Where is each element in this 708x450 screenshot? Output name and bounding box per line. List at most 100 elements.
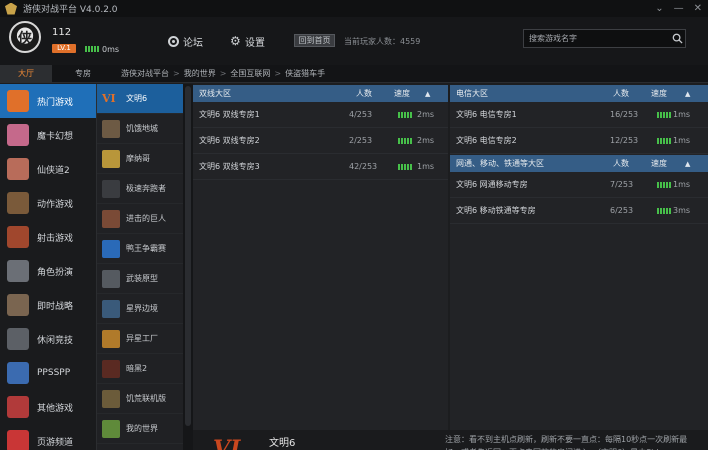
signal-icon [85, 46, 99, 52]
category-label: 角色扮演 [37, 267, 74, 278]
online-count: 当前玩家人数：4559 [344, 37, 421, 46]
dropdown-icon[interactable]: ⌄ [655, 3, 663, 14]
game-item[interactable]: 进击的巨人 [97, 204, 183, 234]
action-icon [7, 192, 29, 214]
panel-title: 双线大区 [199, 89, 231, 98]
room-row[interactable]: 文明6 电信专房2 12/253 1ms [450, 128, 708, 154]
scrollbar-thumb[interactable] [185, 86, 191, 426]
window-controls: ⌄ — ✕ [655, 0, 702, 17]
game-label: 极速奔跑者 [126, 184, 166, 193]
speed-header[interactable]: 速度 [651, 88, 667, 99]
category-label: 射击游戏 [37, 233, 74, 244]
panel-netcom: 网通、移动、铁通等大区 人数 速度 ▲ 文明6 网通移动专房 7/253 1ms 文明… [450, 155, 708, 435]
category-item[interactable]: 页游频道 [0, 424, 96, 450]
category-label: 其他游戏 [37, 403, 74, 414]
collapse-icon[interactable]: ▲ [685, 90, 690, 98]
webgame-icon [7, 430, 29, 450]
room-player-count: 12/253 [610, 136, 639, 145]
speed-header[interactable]: 速度 [394, 88, 410, 99]
game-item[interactable]: 鸭王争霸赛 [97, 234, 183, 264]
breadcrumb-item[interactable]: 全国互联网 [230, 65, 270, 83]
category-item[interactable]: 魔卡幻想 [0, 118, 96, 152]
breadcrumb-separator: > [274, 69, 282, 78]
room-row[interactable]: 文明6 电信专房1 16/253 1ms [450, 102, 708, 128]
room-row[interactable]: 文明6 双线专房1 4/253 2ms [193, 102, 448, 128]
category-label: 即时战略 [37, 301, 74, 312]
room-ping: 1ms [417, 162, 435, 171]
rpg-icon [7, 260, 29, 282]
panel-header: 网通、移动、铁通等大区 人数 速度 ▲ [450, 155, 708, 172]
breadcrumb-separator: > [173, 69, 180, 78]
room-list: 文明6 网通移动专房 7/253 1ms 文明6 移动铁通等专房 6/253 3ms [450, 172, 708, 224]
forum-button[interactable]: 论坛 [168, 34, 203, 49]
room-row[interactable]: 文明6 双线专房3 42/253 1ms [193, 154, 448, 180]
breadcrumb-item[interactable]: 我的世界 [184, 65, 216, 83]
category-label: 热门游戏 [37, 97, 74, 108]
panel-title: 电信大区 [456, 89, 488, 98]
category-label: 休闲竞技 [37, 335, 74, 346]
room-player-count: 42/253 [349, 162, 378, 171]
game-item[interactable]: 暗黑2 [97, 354, 183, 384]
breadcrumb-item[interactable]: 侠盗猎车手 [285, 65, 325, 83]
speed-header[interactable]: 速度 [651, 158, 667, 169]
gear-icon: ⚙ [230, 34, 241, 48]
signal-icon [398, 111, 412, 118]
game-item[interactable]: 异星工厂 [97, 324, 183, 354]
factorio-icon [102, 329, 120, 348]
game-item[interactable]: 摩纳哥 [97, 144, 183, 174]
app-window: 游侠对战平台 V4.0.2.0 ⌄ — ✕ 112 LV.1 0ms 论坛 ⚙ … [0, 0, 708, 450]
close-icon[interactable]: ✕ [694, 3, 702, 14]
search-input[interactable] [524, 30, 669, 47]
game-item[interactable]: 武装原型 [97, 264, 183, 294]
tab-hall[interactable]: 大厅 [0, 65, 52, 83]
collapse-icon[interactable]: ▲ [425, 90, 430, 98]
count-header[interactable]: 人数 [356, 88, 372, 99]
signal-icon [398, 137, 412, 144]
room-row[interactable]: 文明6 移动铁通等专房 6/253 3ms [450, 198, 708, 224]
category-item[interactable]: 角色扮演 [0, 254, 96, 288]
game-item[interactable]: 星界边境 [97, 294, 183, 324]
room-row[interactable]: 文明6 网通移动专房 7/253 1ms [450, 172, 708, 198]
tab-rooms[interactable]: 专房 [52, 65, 114, 83]
forum-label: 论坛 [183, 38, 203, 49]
game-label: 摩纳哥 [126, 154, 150, 163]
category-item[interactable]: 其他游戏 [0, 390, 96, 424]
game-item[interactable]: 饥饿地城 [97, 114, 183, 144]
game-item[interactable]: 我的世界 [97, 414, 183, 444]
count-header[interactable]: 人数 [613, 158, 629, 169]
game-label: 鸭王争霸赛 [126, 244, 166, 253]
category-item[interactable]: 射击游戏 [0, 220, 96, 254]
category-item[interactable]: PPSSPP [0, 356, 96, 390]
settings-button[interactable]: ⚙ 设置 [230, 34, 265, 49]
category-label: 页游频道 [37, 437, 74, 448]
category-item[interactable]: 休闲竞技 [0, 322, 96, 356]
category-item[interactable]: 仙侠道2 [0, 152, 96, 186]
avatar[interactable] [9, 21, 41, 53]
game-label: 文明6 [126, 94, 148, 103]
minimize-icon[interactable]: — [674, 3, 684, 14]
game-item[interactable]: 极速奔跑者 [97, 174, 183, 204]
count-header[interactable]: 人数 [613, 88, 629, 99]
civ6-icon: VI [102, 91, 116, 105]
category-item[interactable]: 动作游戏 [0, 186, 96, 220]
category-item[interactable]: 热门游戏 [0, 84, 96, 118]
home-button[interactable]: 回到首页 [294, 34, 335, 47]
ppsspp-icon [7, 362, 29, 384]
game-list: VI 文明6 饥饿地城摩纳哥极速奔跑者进击的巨人鸭王争霸赛武装原型星界边境 异星工厂暗… [96, 84, 183, 450]
game-item[interactable]: 饥荒联机版 [97, 384, 183, 414]
game-item[interactable]: VI 文明6 [97, 84, 183, 114]
search-icon[interactable] [669, 30, 685, 47]
breadcrumb-item[interactable]: 游侠对战平台 [121, 65, 169, 83]
collapse-icon[interactable]: ▲ [685, 160, 690, 168]
category-item[interactable]: 即时战略 [0, 288, 96, 322]
starbound-icon [102, 299, 120, 318]
game-list-scrollbar[interactable] [183, 84, 193, 450]
panel-title: 网通、移动、铁通等大区 [456, 159, 544, 168]
app-logo-icon [5, 2, 17, 15]
window-title: 游侠对战平台 V4.0.2.0 [23, 5, 118, 15]
room-row[interactable]: 文明6 双线专房2 2/253 2ms [193, 128, 448, 154]
room-name: 文明6 电信专房2 [456, 136, 517, 145]
hot-icon [7, 90, 29, 112]
game-label: 武装原型 [126, 274, 158, 283]
game-label: 我的世界 [126, 424, 158, 433]
